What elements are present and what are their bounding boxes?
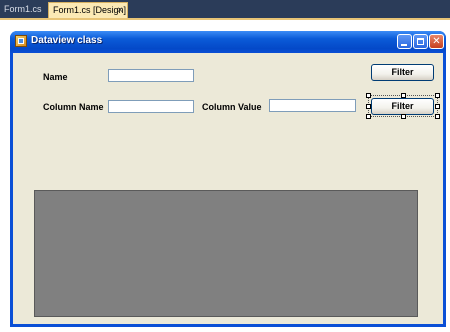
tab-form1-design[interactable]: Form1.cs [Design] × xyxy=(48,2,128,18)
column-name-textbox[interactable] xyxy=(108,100,194,113)
title-bar[interactable]: Dataview class ✕ xyxy=(10,31,446,53)
resize-handle-s[interactable] xyxy=(401,114,406,119)
name-textbox[interactable] xyxy=(108,69,194,82)
minimize-button[interactable] xyxy=(397,34,412,49)
name-label: Name xyxy=(43,72,68,82)
close-tab-icon[interactable]: × xyxy=(117,3,123,18)
form-client-area: Name Filter Column Name Column Value Fil… xyxy=(13,53,443,324)
form-window[interactable]: Dataview class ✕ Name Filter Column Name… xyxy=(10,31,446,327)
resize-handle-e[interactable] xyxy=(435,104,440,109)
column-value-textbox[interactable] xyxy=(269,99,356,112)
data-grid-view[interactable] xyxy=(34,190,418,317)
tab-label: Form1.cs xyxy=(4,4,42,14)
form-icon xyxy=(15,35,27,47)
resize-handle-nw[interactable] xyxy=(366,93,371,98)
close-button[interactable]: ✕ xyxy=(429,34,444,49)
maximize-button[interactable] xyxy=(413,34,428,49)
resize-handle-n[interactable] xyxy=(401,93,406,98)
resize-handle-se[interactable] xyxy=(435,114,440,119)
resize-handle-sw[interactable] xyxy=(366,114,371,119)
maximize-icon xyxy=(417,38,424,45)
column-name-label: Column Name xyxy=(43,102,104,112)
window-title: Dataview class xyxy=(31,35,103,46)
close-icon: ✕ xyxy=(432,36,441,47)
resize-handle-ne[interactable] xyxy=(435,93,440,98)
designer-tab-strip: Form1.cs Form1.cs [Design] × xyxy=(0,0,450,20)
filter-button-top[interactable]: Filter xyxy=(371,64,434,81)
column-value-label: Column Value xyxy=(202,102,262,112)
minimize-icon xyxy=(401,44,407,46)
tab-form1-code[interactable]: Form1.cs xyxy=(0,2,48,18)
resize-handle-w[interactable] xyxy=(366,104,371,109)
filter-button-bottom[interactable]: Filter xyxy=(371,98,434,115)
tab-label: Form1.cs [Design] xyxy=(53,5,127,15)
